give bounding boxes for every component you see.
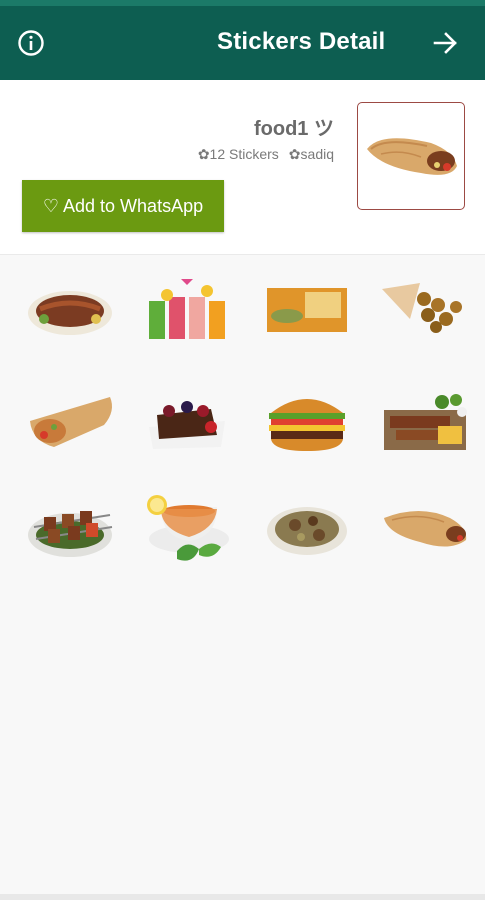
shawarma-wrap-icon [30,397,112,447]
sticker-item[interactable] [20,484,120,574]
pack-header: food1 ツ ✿12 Stickers ✿sadiq ♡ Add to What… [0,80,485,255]
grilled-meat-platter-icon [28,291,112,335]
add-to-whatsapp-button[interactable]: ♡ Add to WhatsApp [22,180,224,232]
hamburger-icon [269,399,345,451]
sticker-item[interactable] [137,484,237,574]
sticker-count: ✿12 Stickers [197,146,279,162]
shawarma-roll-icon [384,511,467,547]
tray-icon-image[interactable] [357,102,465,210]
navigation-bar [0,894,485,900]
sticker-item[interactable] [257,376,357,466]
kebab-fries-plate-icon [384,394,467,450]
sticker-item[interactable] [375,264,475,354]
pack-meta: ✿12 Stickers ✿sadiq [188,146,334,163]
shawarma-wrap-icon [367,138,457,175]
knafeh-dessert-icon [267,288,347,332]
falafel-cone-icon [382,283,462,333]
sticker-item[interactable] [137,264,237,354]
sticker-item[interactable] [137,376,237,466]
info-icon[interactable] [17,29,45,57]
pack-name: food1 ツ [254,118,334,140]
meat-stew-bowl-icon [267,507,347,555]
kebab-skewers-plate-icon [28,511,113,557]
sticker-item[interactable] [375,484,475,574]
arrow-right-icon[interactable] [432,29,460,57]
fruit-juices-icon [149,279,225,339]
chocolate-berry-cake-icon [149,401,225,449]
sticker-item[interactable] [257,264,357,354]
sticker-item[interactable] [20,376,120,466]
sticker-item[interactable] [375,376,475,466]
pack-author: ✿sadiq [288,146,334,162]
page-title: Stickers Detail [217,28,386,55]
sticker-item[interactable] [257,484,357,574]
tea-cup-lemon-icon [147,495,229,561]
sticker-item[interactable] [20,264,120,354]
app-bar: Stickers Detail [0,6,485,80]
